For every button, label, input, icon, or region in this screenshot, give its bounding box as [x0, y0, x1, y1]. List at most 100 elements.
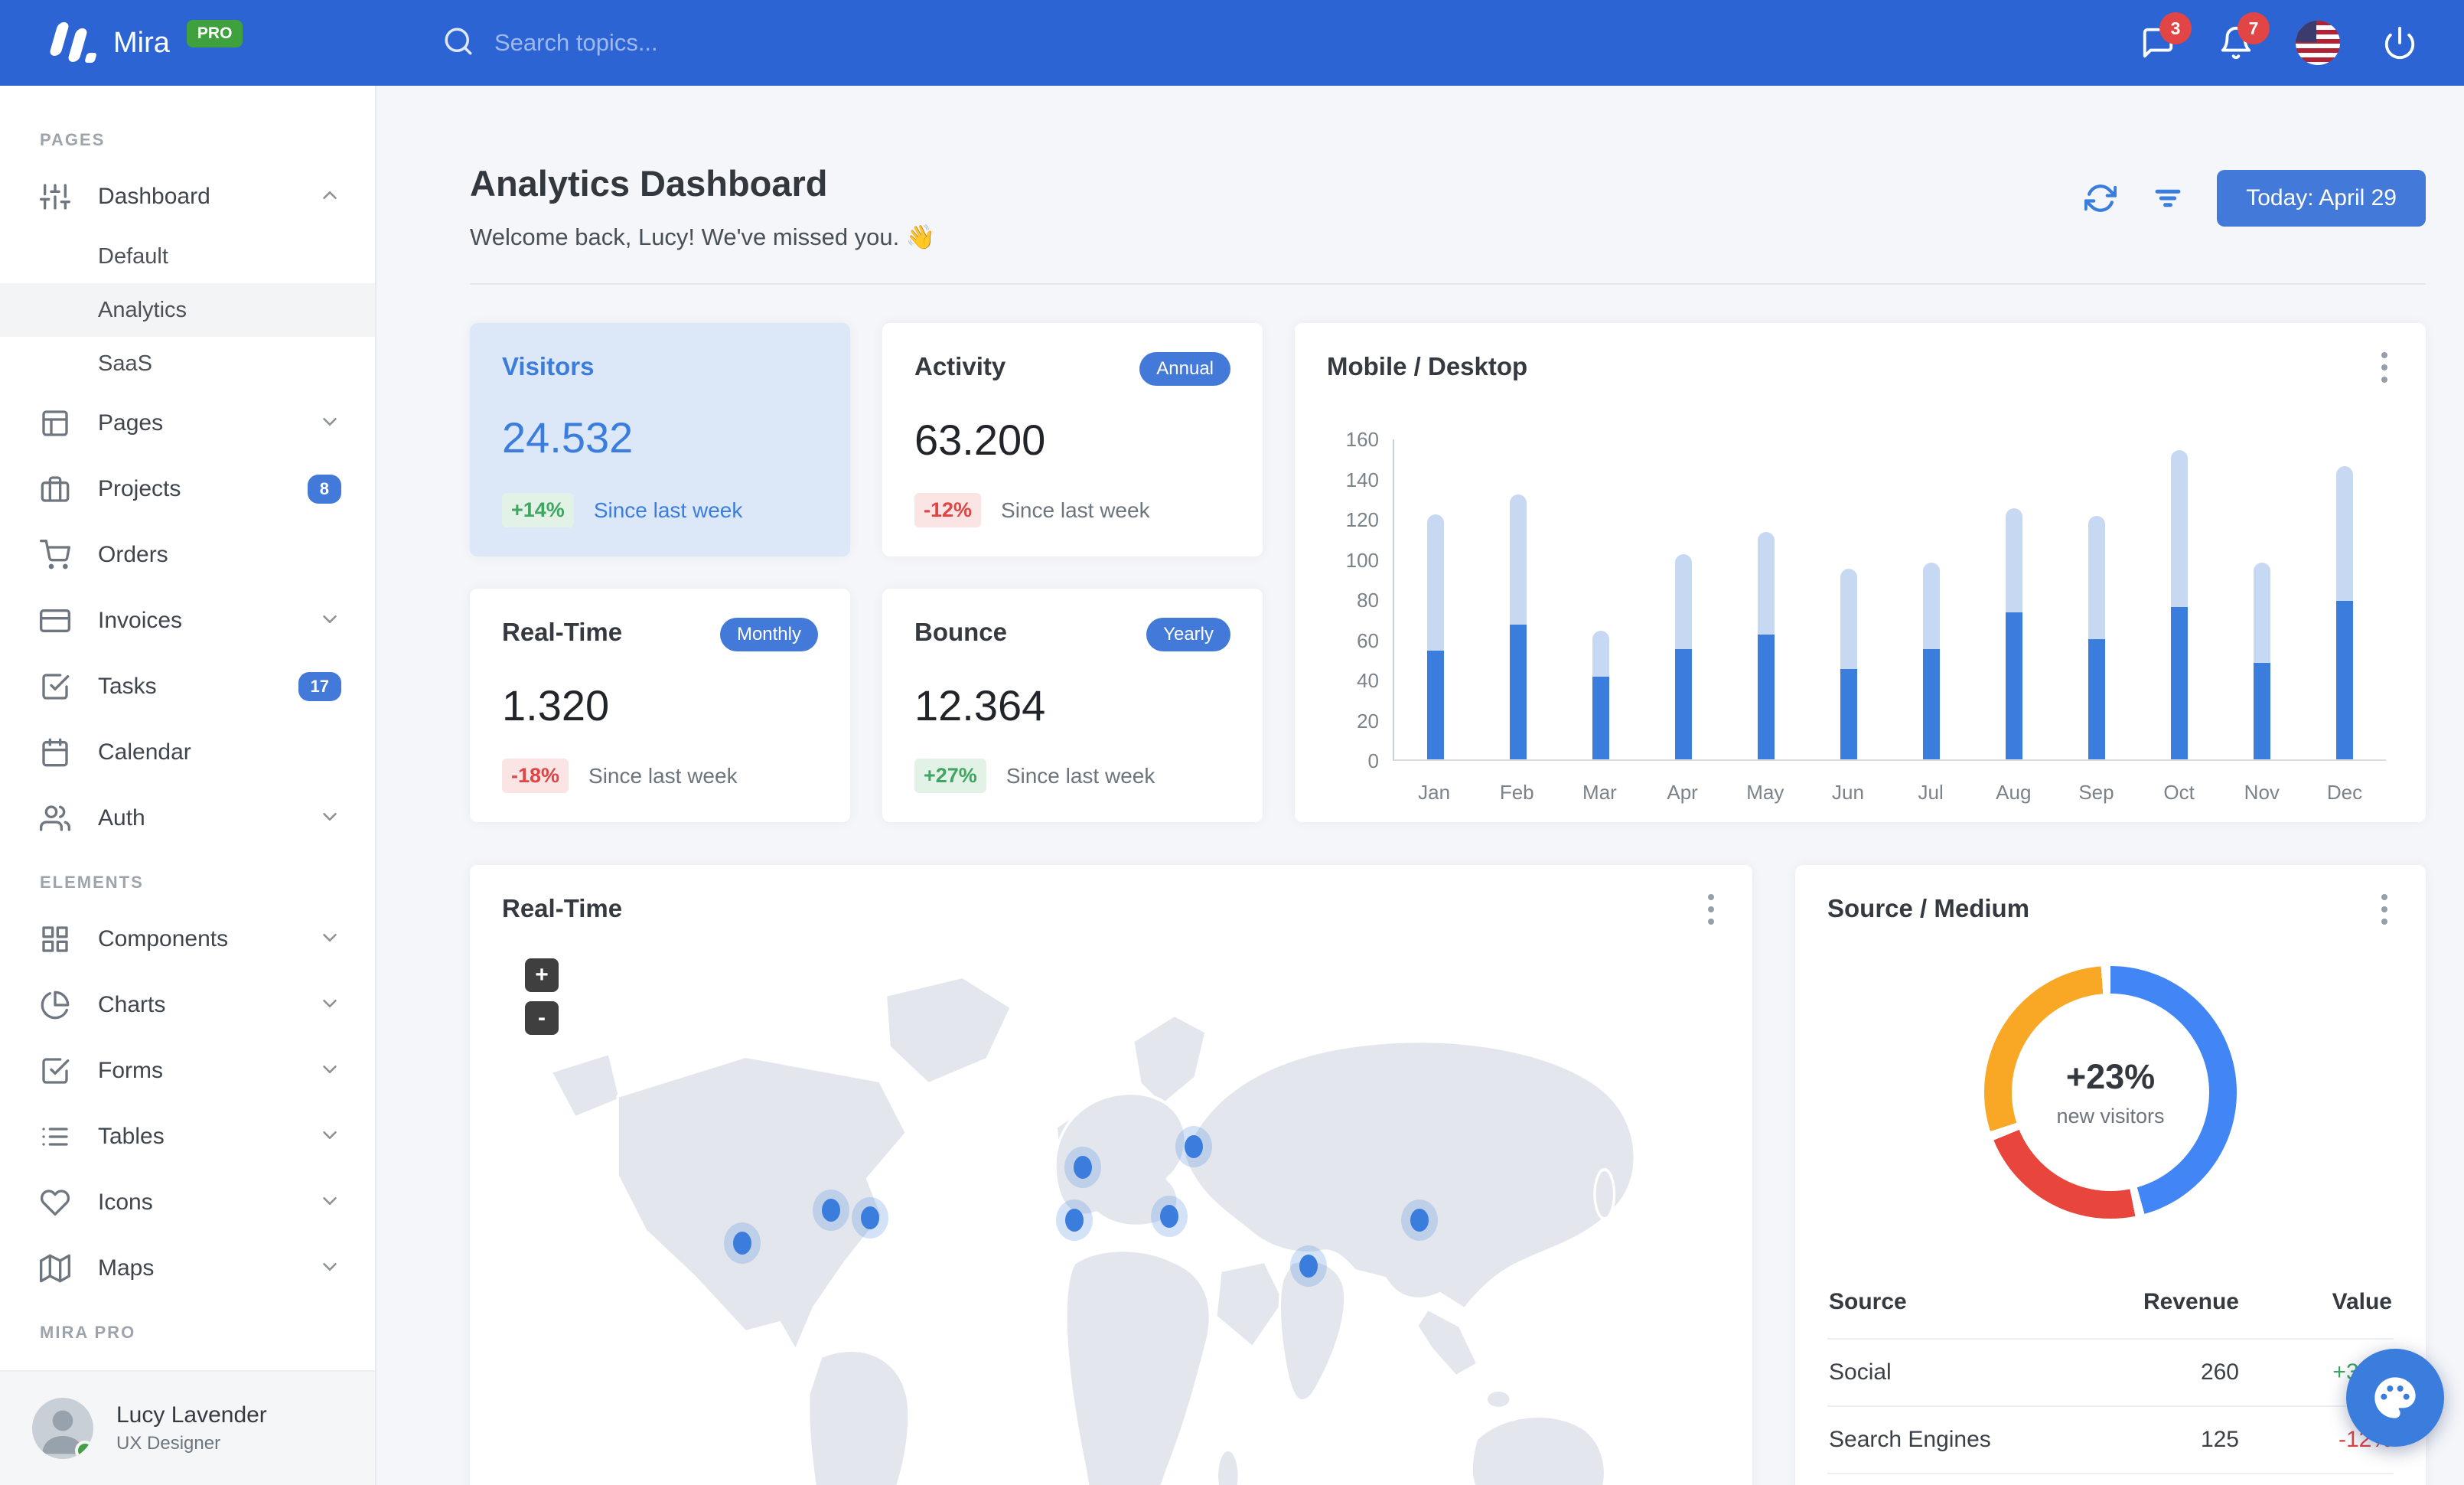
- stat-period-badge[interactable]: Yearly: [1146, 618, 1230, 651]
- bar-oct[interactable]: [2138, 439, 2221, 759]
- bar-apr[interactable]: [1642, 439, 1725, 759]
- map-marker[interactable]: [1185, 1134, 1204, 1158]
- search-input[interactable]: [494, 29, 1030, 57]
- stacked-bar: [1840, 568, 1857, 759]
- sidebar-item-orders[interactable]: Orders: [0, 522, 375, 588]
- world-map[interactable]: + -: [502, 946, 1720, 1485]
- bar-segment-desktop: [1427, 514, 1444, 651]
- chevron-up-icon: [323, 191, 337, 199]
- online-status-dot: [75, 1441, 93, 1459]
- sidebar-item-tasks[interactable]: Tasks 17: [0, 654, 375, 720]
- sidebar-item-label: Tasks: [98, 674, 157, 699]
- sidebar-item-label: Calendar: [98, 739, 191, 765]
- map-zoom-in-button[interactable]: +: [525, 958, 559, 992]
- x-axis-label: Jan: [1418, 781, 1451, 804]
- bar-segment-mobile: [2088, 638, 2105, 759]
- chart-menu-button[interactable]: [2369, 349, 2400, 386]
- users-icon: [40, 805, 70, 831]
- filter-button[interactable]: [2149, 180, 2186, 217]
- user-role: UX Designer: [116, 1433, 221, 1454]
- chevron-down-icon: [318, 992, 341, 1019]
- x-axis-label: Jul: [1918, 781, 1944, 804]
- map-marker[interactable]: [821, 1199, 840, 1222]
- bar-segment-mobile: [1675, 648, 1692, 759]
- stacked-bar: [1510, 494, 1527, 759]
- table-header-row: Source Revenue Value: [1827, 1269, 2394, 1338]
- bar-jan[interactable]: [1394, 439, 1477, 759]
- sidebar-item-components[interactable]: Components: [0, 906, 375, 972]
- stat-period-badge[interactable]: Monthly: [719, 618, 818, 651]
- map-menu-button[interactable]: [1696, 891, 1726, 928]
- map-marker[interactable]: [1299, 1255, 1318, 1278]
- y-axis-tick-label: 40: [1357, 669, 1379, 692]
- language-flag-us-icon[interactable]: [2296, 21, 2340, 65]
- sidebar-subitem-analytics[interactable]: Analytics: [0, 283, 375, 337]
- bar-jun[interactable]: [1807, 439, 1890, 759]
- stat-period-badge[interactable]: Annual: [1139, 352, 1230, 386]
- header-divider: [470, 283, 2426, 285]
- stacked-bar: [1675, 554, 1692, 759]
- stats-grid: Visitors 24.532 +14% Since last week Act…: [470, 323, 2426, 822]
- map-marker[interactable]: [1410, 1208, 1429, 1232]
- sidebar-user[interactable]: Lucy Lavender UX Designer: [0, 1370, 375, 1485]
- sidebar-item-pages[interactable]: Pages: [0, 390, 375, 456]
- bar-segment-desktop: [1675, 554, 1692, 649]
- sidebar-item-charts[interactable]: Charts: [0, 972, 375, 1038]
- map-marker[interactable]: [1065, 1208, 1084, 1232]
- cell-source: Social: [1829, 1359, 1892, 1385]
- source-medium-menu-button[interactable]: [2369, 891, 2400, 928]
- pro-badge: PRO: [186, 20, 243, 47]
- bar-aug[interactable]: [1973, 439, 2055, 759]
- bar-sep[interactable]: [2055, 439, 2138, 759]
- bar-jul[interactable]: [1890, 439, 1973, 759]
- bar-segment-mobile: [1840, 668, 1857, 759]
- bar-feb[interactable]: [1477, 439, 1560, 759]
- table-row[interactable]: Direct 164 +46%: [1827, 1473, 2394, 1485]
- sidebar-item-maps[interactable]: Maps: [0, 1235, 375, 1301]
- bar-nov[interactable]: [2221, 439, 2303, 759]
- sidebar-item-auth[interactable]: Auth: [0, 785, 375, 851]
- refresh-icon: [2084, 184, 2117, 212]
- bottom-grid: Real-Time + - Source / Medium +23% new v…: [470, 865, 2426, 1485]
- map-card-title: Real-Time: [502, 894, 623, 922]
- sidebar-item-invoices[interactable]: Invoices: [0, 588, 375, 654]
- sidebar-section-label: ELEMENTS: [40, 873, 144, 892]
- sidebar-subitem-saas[interactable]: SaaS: [0, 337, 375, 390]
- sidebar-badge: 8: [307, 475, 341, 504]
- sidebar-item-projects[interactable]: Projects 8: [0, 456, 375, 522]
- sidebar-item-forms[interactable]: Forms: [0, 1038, 375, 1104]
- table-row[interactable]: Search Engines 125 -12%: [1827, 1405, 2394, 1473]
- bar-segment-desktop: [2336, 465, 2353, 601]
- stat-delta-badge: -12%: [914, 493, 982, 527]
- sidebar-subitem-default[interactable]: Default: [0, 230, 375, 283]
- map-marker[interactable]: [1074, 1156, 1093, 1180]
- sign-out-button[interactable]: [2381, 24, 2418, 61]
- chevron-down-icon: [318, 1058, 341, 1085]
- map-marker[interactable]: [732, 1231, 751, 1255]
- chevron-down-icon: [323, 417, 337, 426]
- sidebar-item-icons[interactable]: Icons: [0, 1170, 375, 1235]
- notifications-button[interactable]: 7: [2218, 12, 2270, 61]
- brand[interactable]: Mira PRO: [0, 19, 376, 67]
- bar-dec[interactable]: [2303, 439, 2386, 759]
- map-marker[interactable]: [1160, 1204, 1179, 1228]
- sidebar-item-calendar[interactable]: Calendar: [0, 720, 375, 785]
- map-marker[interactable]: [860, 1206, 879, 1230]
- page-title: Analytics Dashboard: [470, 163, 828, 204]
- refresh-button[interactable]: [2082, 180, 2119, 217]
- bar-may[interactable]: [1725, 439, 1807, 759]
- sidebar-item-label: Projects: [98, 476, 181, 501]
- theme-settings-fab[interactable]: [2346, 1349, 2444, 1447]
- table-row[interactable]: Social 260 +35%: [1827, 1338, 2394, 1405]
- sidebar-item-dashboard[interactable]: Dashboard: [0, 164, 375, 230]
- bar-mar[interactable]: [1560, 439, 1642, 759]
- messages-button[interactable]: 3: [2140, 12, 2192, 61]
- sidebar-item-label: Auth: [98, 805, 145, 831]
- stat-value: 24.532: [502, 413, 634, 462]
- sidebar-item-tables[interactable]: Tables: [0, 1104, 375, 1170]
- stat-card-activity: Activity Annual 63.200 -12% Since last w…: [882, 323, 1263, 556]
- map-zoom-out-button[interactable]: -: [525, 1001, 559, 1035]
- palette-icon: [2374, 1377, 2416, 1418]
- col-header-source: Source: [1829, 1289, 1907, 1314]
- today-button[interactable]: Today: April 29: [2217, 170, 2426, 227]
